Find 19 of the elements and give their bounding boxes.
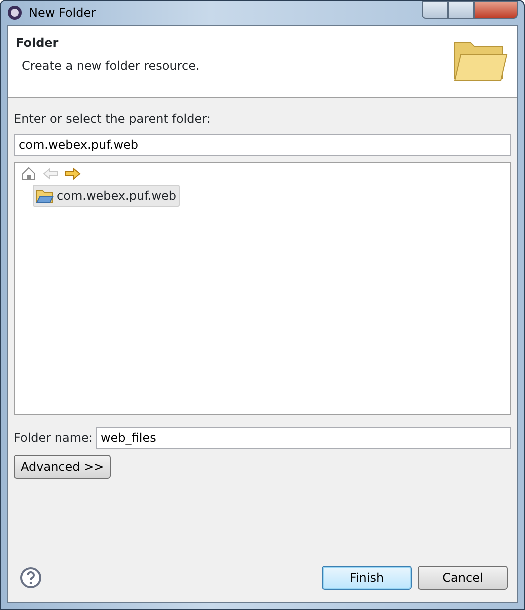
app-icon — [7, 5, 23, 21]
field-label: Enter or select the parent folder: — [14, 111, 212, 128]
dialog-button[interactable]: Finish — [322, 566, 412, 590]
window-title: New Folder — [29, 5, 96, 22]
field-label: Folder name: — [14, 430, 93, 447]
page-description: Create a new folder resource. — [22, 58, 201, 75]
home-icon[interactable] — [21, 166, 37, 182]
minimize-button[interactable] — [422, 1, 448, 19]
page-title: Folder — [16, 35, 60, 52]
folder-name-field[interactable]: web_files — [96, 427, 511, 449]
help-icon[interactable] — [20, 567, 42, 589]
maximize-button[interactable] — [448, 1, 474, 19]
parent-folder-field[interactable]: com.webex.puf.web — [14, 134, 511, 156]
project-folder-icon — [36, 188, 54, 204]
dialog-button[interactable]: Cancel — [418, 566, 508, 590]
forward-arrow-icon[interactable] — [65, 166, 81, 182]
tree-item[interactable]: com.webex.puf.web — [33, 185, 180, 207]
advanced-button[interactable]: Advanced >> — [14, 455, 112, 479]
close-button[interactable] — [474, 1, 518, 19]
